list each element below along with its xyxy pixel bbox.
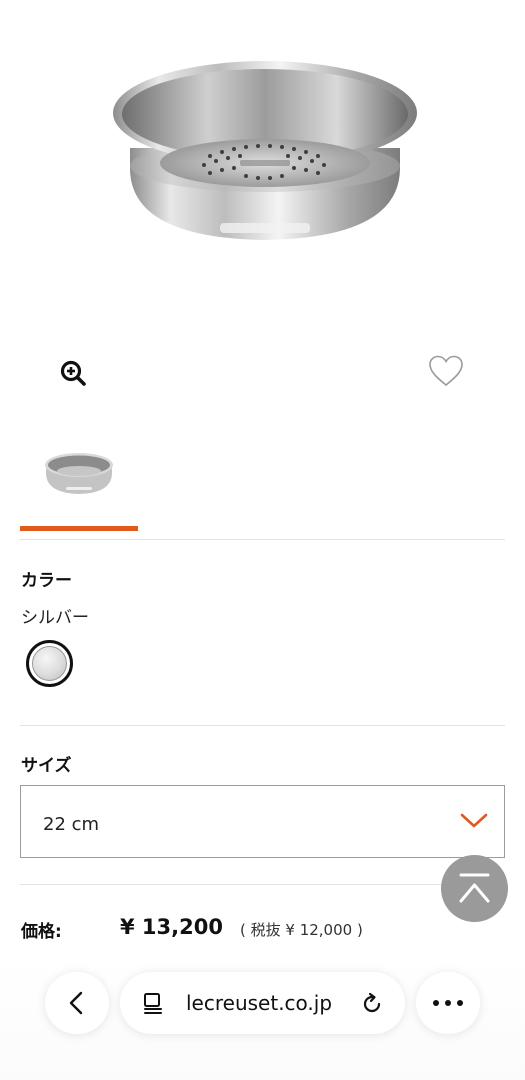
back-button[interactable] xyxy=(45,972,109,1034)
scroll-to-top-button[interactable] xyxy=(441,855,508,922)
chevron-left-icon xyxy=(69,991,83,1015)
size-select[interactable]: 22 cm xyxy=(20,785,505,858)
selected-color-name: シルバー xyxy=(21,608,89,628)
swatch-fill xyxy=(32,646,67,681)
reader-icon xyxy=(144,993,162,1014)
thumbnail-active-indicator xyxy=(20,526,138,531)
zoom-in-icon[interactable] xyxy=(58,358,90,390)
address-bar[interactable]: lecreuset.co.jp xyxy=(120,972,405,1034)
product-thumbnail[interactable] xyxy=(38,445,120,500)
heart-icon[interactable] xyxy=(426,352,466,390)
color-label: カラー xyxy=(21,571,72,591)
divider xyxy=(20,539,505,540)
price-value: ¥ 13,200 xyxy=(120,915,223,939)
price-tax-note: ( 税抜 ¥ 12,000 ) xyxy=(240,921,363,939)
price-label: 価格: xyxy=(21,922,62,942)
url-text: lecreuset.co.jp xyxy=(186,991,333,1015)
size-label: サイズ xyxy=(21,756,72,776)
color-swatch-silver[interactable] xyxy=(26,640,73,687)
ellipsis-icon xyxy=(433,1000,463,1006)
more-options-button[interactable] xyxy=(416,972,480,1034)
product-image xyxy=(113,61,417,240)
size-selected-value: 22 cm xyxy=(43,814,100,835)
reload-icon[interactable] xyxy=(360,991,384,1015)
divider xyxy=(20,725,505,726)
arrow-up-icon xyxy=(459,873,490,903)
divider xyxy=(20,884,505,885)
chevron-down-icon xyxy=(460,813,488,828)
